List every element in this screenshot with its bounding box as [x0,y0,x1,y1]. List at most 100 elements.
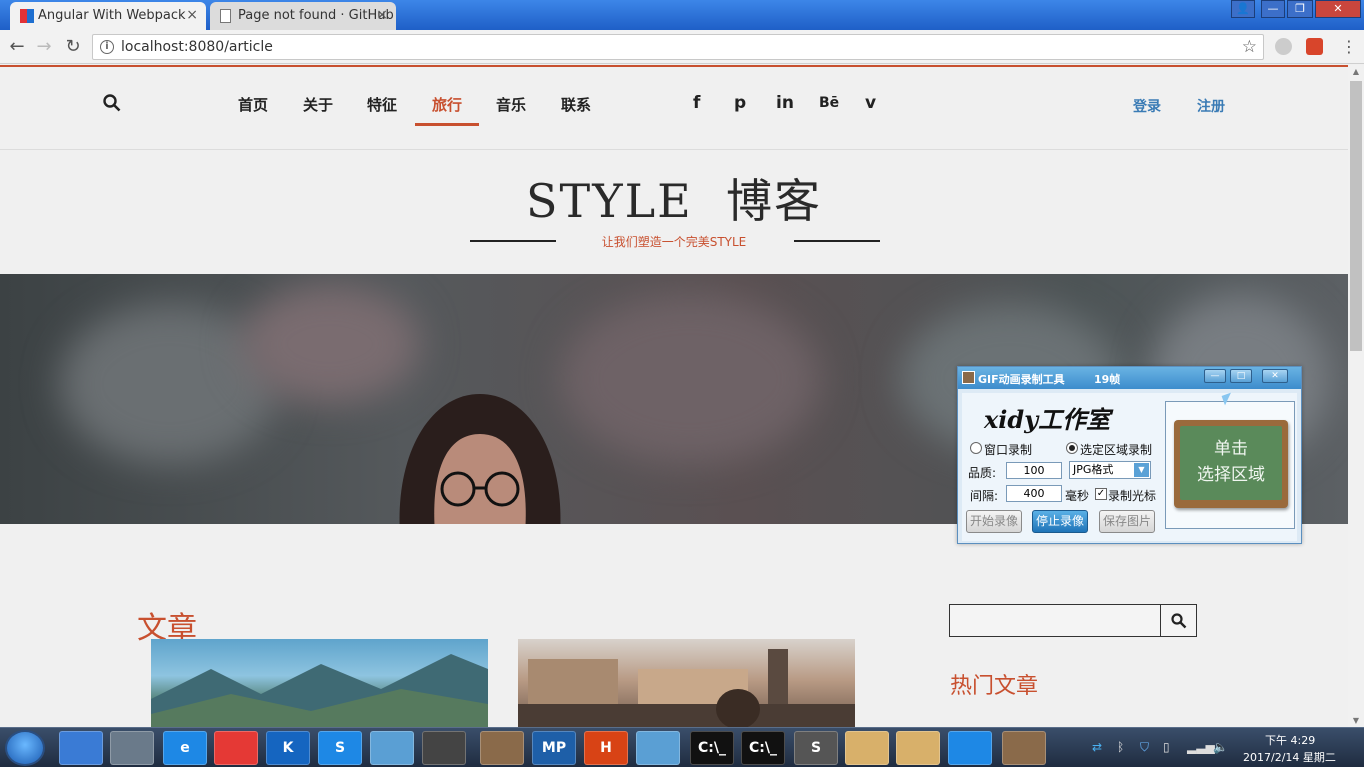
sublime-icon[interactable]: S [794,731,838,765]
vimeo-icon[interactable]: v [865,93,876,113]
stop-recording-button[interactable]: 停止录像 [1032,510,1088,533]
gif-app-icon [962,371,975,384]
forward-button[interactable]: → [33,36,55,58]
record-cursor-label: 录制光标 [1108,489,1157,503]
menu-icon[interactable]: ⋮ [1338,36,1360,58]
tab-close-icon[interactable]: × [186,7,198,23]
facebook-icon[interactable]: f [693,93,700,113]
minimize-button[interactable]: — [1261,0,1285,18]
scrollbar-thumb[interactable] [1350,81,1362,351]
gif-recorder-window[interactable]: GIF动画录制工具 19帧 — □ ✕ xidy工作室 窗口录制 选定区域录制 … [957,366,1302,544]
folder-icon[interactable] [896,731,940,765]
active-nav-underline [415,123,479,126]
nav-music[interactable]: 音乐 [496,94,526,115]
notes-icon[interactable] [370,731,414,765]
gif-tool-icon[interactable] [1002,731,1046,765]
clock-time[interactable]: 下午 4:29 [1265,732,1315,748]
scroll-up-arrow-icon[interactable]: ▲ [1348,67,1364,76]
format-select[interactable]: JPG格式 ▼ [1069,461,1151,479]
nav-features[interactable]: 特征 [367,94,397,115]
chrome-icon[interactable] [214,731,258,765]
sogou-icon[interactable]: S [318,731,362,765]
page-scrollbar[interactable]: ▲ ▼ [1348,65,1364,727]
nav-contact[interactable]: 联系 [561,94,591,115]
portrait-photo [399,394,561,524]
windows-taskbar: e K S MP H C:\_ C:\_ S ⇄ ᛒ ⛉ ▯ ▂▃▅ 🔈 下午 4:29 20… [0,727,1364,767]
signal-icon[interactable]: ▂▃▅ [1187,740,1215,754]
github-icon[interactable] [422,731,466,765]
start-recording-button[interactable]: 开始录像 [966,510,1022,533]
bookmark-star-icon[interactable]: ☆ [1242,35,1257,59]
volume-icon[interactable]: 🔈 [1213,740,1228,754]
window-record-radio[interactable] [970,442,982,454]
scroll-down-arrow-icon[interactable]: ▼ [1348,716,1364,725]
folder-icon[interactable] [845,731,889,765]
sidebar-search-button[interactable] [1160,604,1197,637]
save-image-button[interactable]: 保存图片 [1099,510,1155,533]
browser-title-bar: Angular With Webpack × Page not found · … [0,0,1364,30]
cors-extension-icon[interactable] [1306,38,1323,55]
gif-minimize-button[interactable]: — [1204,369,1226,383]
cmd-icon[interactable]: C:\_ [690,731,734,765]
city-article-thumbnail[interactable] [518,639,855,727]
tab-close-icon[interactable]: × [376,7,388,23]
browser-toolbar: ← → ↻ i localhost:8080/article ☆ ⋮ [0,30,1364,64]
maximize-button[interactable]: ❐ [1287,0,1313,18]
record-cursor-checkbox[interactable]: ✓ [1095,488,1107,500]
close-window-button[interactable]: ✕ [1315,0,1361,18]
linkedin-icon[interactable]: in [776,93,794,113]
shield-icon[interactable]: ⛉ [1140,740,1149,755]
reload-button[interactable]: ↻ [62,36,84,58]
cmd-icon[interactable]: C:\_ [741,731,785,765]
security-shield-icon[interactable] [948,731,992,765]
tagline-divider-right [794,240,880,242]
diamond-app-icon[interactable] [636,731,680,765]
select-region-panel[interactable]: 单击 选择区域 [1165,401,1295,529]
start-button[interactable] [5,730,45,766]
nav-home[interactable]: 首页 [238,94,268,115]
address-bar[interactable]: i localhost:8080/article ☆ [92,34,1264,60]
user-profile-icon[interactable]: 👤 [1231,0,1255,18]
register-link[interactable]: 注册 [1197,96,1225,116]
search-icon[interactable] [103,94,121,112]
login-link[interactable]: 登录 [1133,96,1161,116]
back-button[interactable]: ← [6,36,28,58]
info-icon[interactable]: i [100,40,114,54]
nav-travel[interactable]: 旅行 [432,94,462,115]
chevron-down-icon: ▼ [1134,463,1149,477]
tab-angular[interactable]: Angular With Webpack × [10,2,206,30]
gif-close-button[interactable]: ✕ [1262,369,1288,383]
window-switcher-icon[interactable] [110,731,154,765]
k-app-icon[interactable]: K [266,731,310,765]
format-select-value: JPG格式 [1073,463,1114,476]
angular-favicon-icon [20,9,34,23]
network-icon[interactable]: ⇄ [1092,740,1102,754]
behance-icon[interactable]: Bē [819,95,839,111]
interval-input[interactable]: 400 [1006,485,1062,502]
quality-input[interactable]: 100 [1006,462,1062,479]
tab-page-not-found[interactable]: Page not found · GitHub × [210,2,396,30]
gif-recorder-titlebar[interactable]: GIF动画录制工具 19帧 — □ ✕ [958,367,1301,389]
show-desktop-icon[interactable] [59,731,103,765]
internet-explorer-icon[interactable]: e [163,731,207,765]
board-line-1: 单击 [1214,439,1248,459]
usb-icon[interactable]: ▯ [1163,740,1170,754]
mountain-article-thumbnail[interactable] [151,639,488,727]
nav-about[interactable]: 关于 [303,94,333,115]
region-record-label: 选定区域录制 [1080,443,1153,457]
interval-unit: 毫秒 [1065,489,1090,503]
sidebar-search-input[interactable] [949,604,1161,637]
tab-title: Angular With Webpack [38,8,186,23]
gif-tool-icon[interactable] [480,731,524,765]
pinterest-icon[interactable]: p [734,93,746,113]
mp-app-icon[interactable]: MP [532,731,576,765]
extension-icon[interactable] [1275,38,1292,55]
interval-label: 间隔: [970,489,999,503]
region-record-radio[interactable] [1066,442,1078,454]
clock-date[interactable]: 2017/2/14 星期二 [1243,749,1336,765]
chalkboard-icon: 单击 选择区域 [1174,420,1288,508]
quality-label: 品质: [968,466,997,480]
gif-maximize-button[interactable]: □ [1230,369,1252,383]
bluetooth-icon[interactable]: ᛒ [1117,740,1124,754]
h-app-icon[interactable]: H [584,731,628,765]
